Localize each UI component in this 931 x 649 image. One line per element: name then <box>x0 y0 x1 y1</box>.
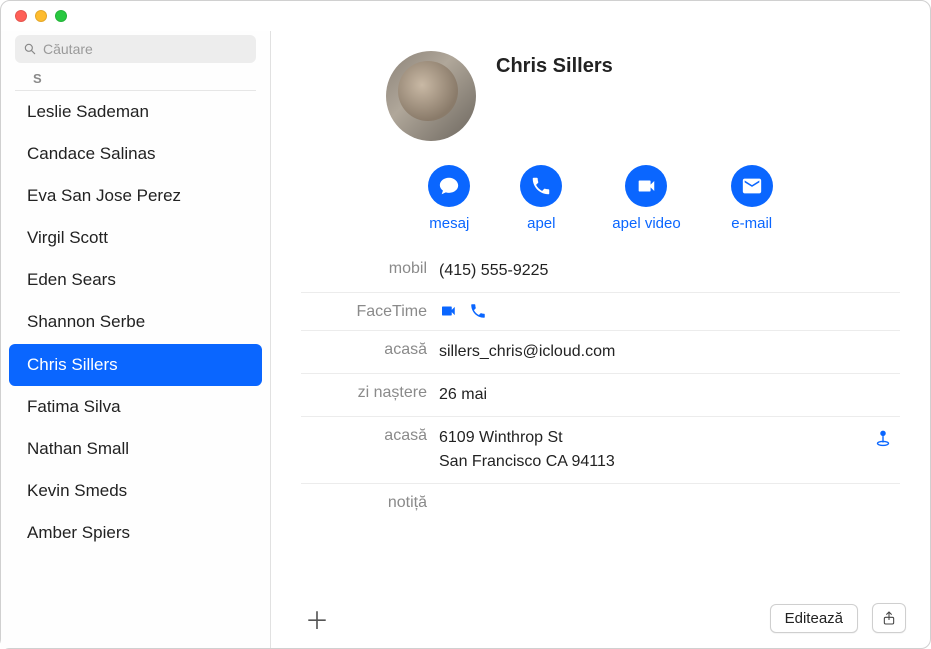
call-label: apel <box>527 215 555 232</box>
list-item[interactable]: Leslie Sademan <box>9 91 262 133</box>
message-label: mesaj <box>429 215 469 232</box>
footer-toolbar: ＋ Editează <box>271 588 930 648</box>
email-value: sillers_chris@icloud.com <box>439 340 900 364</box>
birthday-value: 26 mai <box>439 383 900 407</box>
window-close-button[interactable] <box>15 10 27 22</box>
sidebar: S Leslie Sademan Candace Salinas Eva San… <box>1 31 271 648</box>
list-item[interactable]: Eva San Jose Perez <box>9 175 262 217</box>
list-item[interactable]: Candace Salinas <box>9 133 262 175</box>
video-icon <box>625 165 667 207</box>
list-item[interactable]: Fatima Silva <box>9 386 262 428</box>
note-row[interactable]: notiță <box>301 484 900 521</box>
video-label: apel video <box>612 215 680 232</box>
contact-name: Chris Sillers <box>496 51 613 78</box>
list-item-selected[interactable]: Chris Sillers <box>9 344 262 386</box>
email-row[interactable]: acasă sillers_chris@icloud.com <box>301 331 900 374</box>
birthday-row: zi naștere 26 mai <box>301 374 900 417</box>
contact-detail: Chris Sillers mesaj apel apel video <box>271 31 930 648</box>
mail-icon <box>731 165 773 207</box>
mobile-label: mobil <box>301 259 439 278</box>
list-item[interactable]: Shannon Serbe <box>9 301 262 343</box>
address-label: acasă <box>301 426 439 445</box>
facetime-label: FaceTime <box>301 302 439 321</box>
list-item[interactable]: Nathan Small <box>9 428 262 470</box>
contact-list: Leslie Sademan Candace Salinas Eva San J… <box>1 91 270 648</box>
mobile-row[interactable]: mobil (415) 555-9225 <box>301 250 900 293</box>
email-label: e-mail <box>731 215 772 232</box>
list-item[interactable]: Eden Sears <box>9 259 262 301</box>
window-zoom-button[interactable] <box>55 10 67 22</box>
search-icon <box>23 42 37 56</box>
share-icon <box>881 609 897 627</box>
avatar[interactable] <box>386 51 476 141</box>
facetime-video-icon[interactable] <box>439 302 457 320</box>
quick-actions: mesaj apel apel video e-mail <box>271 165 930 232</box>
video-action[interactable]: apel video <box>612 165 680 232</box>
search-input[interactable] <box>43 41 248 57</box>
list-item[interactable]: Kevin Smeds <box>9 470 262 512</box>
add-button[interactable]: ＋ <box>301 602 333 634</box>
email-action[interactable]: e-mail <box>731 165 773 232</box>
list-item[interactable]: Amber Spiers <box>9 512 262 554</box>
list-item[interactable]: Virgil Scott <box>9 217 262 259</box>
facetime-audio-icon[interactable] <box>469 302 487 320</box>
call-action[interactable]: apel <box>520 165 562 232</box>
mobile-value: (415) 555-9225 <box>439 259 900 283</box>
address-value: 6109 Winthrop St San Francisco CA 94113 <box>439 426 872 474</box>
share-button[interactable] <box>872 603 906 633</box>
window-titlebar <box>1 1 930 31</box>
phone-icon <box>520 165 562 207</box>
map-pin-icon[interactable] <box>872 426 894 448</box>
note-label: notiță <box>301 493 439 512</box>
email-field-label: acasă <box>301 340 439 359</box>
address-row[interactable]: acasă 6109 Winthrop St San Francisco CA … <box>301 417 900 484</box>
message-action[interactable]: mesaj <box>428 165 470 232</box>
edit-button[interactable]: Editează <box>770 604 858 633</box>
window-minimize-button[interactable] <box>35 10 47 22</box>
section-letter: S <box>15 69 256 91</box>
facetime-row: FaceTime <box>301 293 900 331</box>
birthday-label: zi naștere <box>301 383 439 402</box>
search-field[interactable] <box>15 35 256 63</box>
message-icon <box>428 165 470 207</box>
